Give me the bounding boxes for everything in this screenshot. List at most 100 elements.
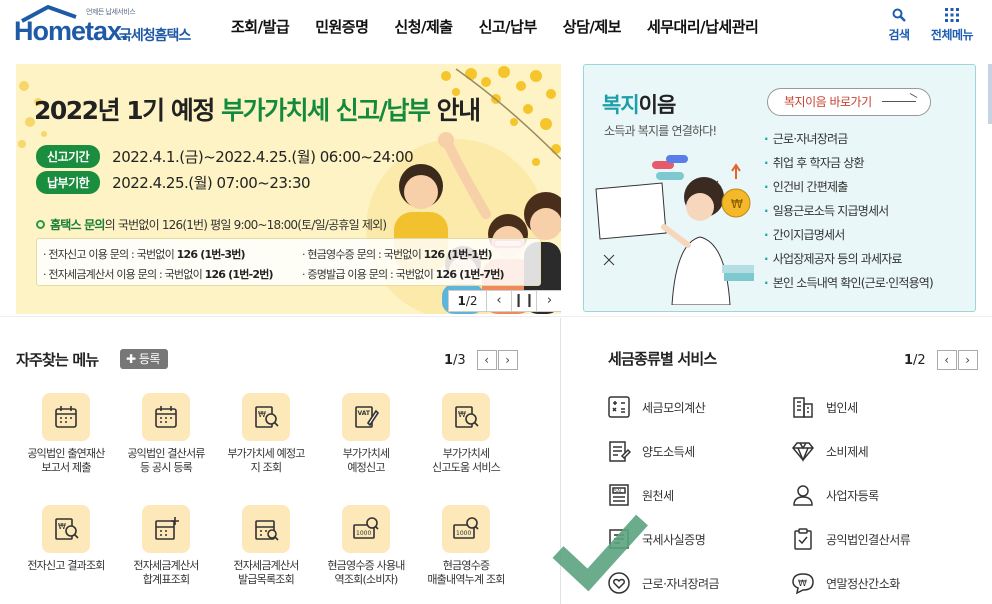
calc-plus-icon	[142, 505, 190, 553]
calendar-doc-icon	[42, 393, 90, 441]
fav-item-e-filing-result[interactable]: ₩ 전자신고 결과조회	[16, 505, 116, 573]
nav-report-pay[interactable]: 신고/납부	[466, 16, 550, 37]
tax-item-income-credit[interactable]: 근로·자녀장려금	[606, 569, 720, 597]
tax-item-consumption-tax[interactable]: 소비제세	[790, 437, 869, 465]
hometax-logo[interactable]: 언제든 납세서비스 Hometax. 국세청홈택스	[14, 5, 204, 49]
welfare-shortcut-label: 복지이음 바로가기	[784, 95, 872, 109]
welfare-link-banner: 복지이음 소득과 복지를 연결하다! 복지이음 바로가기 ₩ 근로·자녀장려	[583, 64, 976, 312]
tax-page-total: /2	[913, 352, 926, 368]
fav-label-line2: 예정신고	[347, 461, 385, 474]
banner-prev-button[interactable]: ‹	[487, 291, 512, 311]
tax-item-corporate-tax[interactable]: 법인세	[790, 393, 858, 421]
svg-text:₩: ₩	[458, 410, 466, 419]
tax-item-simulated-calc[interactable]: 세금모의계산	[606, 393, 706, 421]
contact-label: 홈택스 문의	[50, 218, 105, 232]
banner-page-indicator: 1/2	[449, 291, 487, 311]
banner-pause-button[interactable]: ❙❙	[512, 291, 537, 311]
welfare-item-daily-wage[interactable]: 일용근로소득 지급명세서	[764, 199, 933, 223]
nav-civil-certificate[interactable]: 민원증명	[302, 16, 381, 37]
nav-tax-agent[interactable]: 세무대리/납세관리	[634, 16, 771, 37]
welfare-item-income-check[interactable]: 본인 소득내역 확인(근로·인적용역)	[764, 271, 934, 295]
welfare-menu-list: 근로·자녀장려금 취업 후 학자금 상환 인건비 간편제출 일용근로소득 지급명…	[764, 127, 934, 295]
welfare-shortcut-button[interactable]: 복지이음 바로가기	[767, 88, 931, 116]
tax-item-business-registration[interactable]: 사업자등록	[790, 481, 879, 509]
main-nav: 조회/발급 민원증명 신청/제출 신고/납부 상담/제보 세무대리/납세관리	[218, 16, 771, 37]
fav-item-e-invoice-list[interactable]: 전자세금계산서 발급목록조회	[216, 505, 316, 587]
tax-item-label: 양도소득세	[642, 444, 695, 459]
scrollbar-thumb[interactable]	[988, 64, 992, 124]
fav-item-vat-help-service[interactable]: ₩ 부가가치세 신고도움 서비스	[416, 393, 516, 475]
favorites-page-total: /3	[453, 352, 466, 368]
banner-page-current: 1	[457, 294, 466, 308]
fav-item-public-corp-report[interactable]: 공익법인 출연재산 보고서 제출	[16, 393, 116, 475]
tax-item-public-corp-settlement[interactable]: 공익법인결산서류	[790, 525, 911, 553]
register-favorite-button[interactable]: ✚ 등록	[120, 349, 168, 369]
all-menu-button[interactable]: 전체메뉴	[927, 6, 977, 43]
fav-label-line1: 공익법인 결산서류	[127, 447, 205, 460]
tax-item-label: 세금모의계산	[642, 400, 706, 415]
tax-item-withholding-tax[interactable]: SAL 원천세	[606, 481, 674, 509]
nav-consult-report[interactable]: 상담/제보	[550, 16, 634, 37]
welfare-item-simple-payment[interactable]: 간이지급명세서	[764, 223, 933, 247]
fav-label: 현금영수증 사용내 역조회(소비자)	[316, 559, 416, 587]
favorites-page-current: 1	[444, 352, 454, 368]
svg-text:₩: ₩	[731, 197, 743, 211]
filing-period-tag: 신고기간	[36, 144, 101, 168]
info-number: 126 (1번-1번)	[423, 248, 493, 261]
tax-item-label: 근로·자녀장려금	[642, 576, 720, 591]
fav-label-line2: 등 공시 등록	[140, 461, 193, 474]
chevron-left-icon: ‹	[496, 293, 502, 308]
welfare-item-earned-income-credit[interactable]: 근로·자녀장려금	[764, 127, 933, 151]
won-search-icon: ₩	[442, 393, 490, 441]
welfare-item-student-loan[interactable]: 취업 후 학자금 상환	[764, 151, 933, 175]
svg-text:₩: ₩	[258, 410, 266, 419]
favorites-prev-button[interactable]: ‹	[476, 350, 497, 370]
nav-inquiry-issue[interactable]: 조회/발급	[218, 16, 302, 37]
tax-item-year-end-settlement[interactable]: ₩ 연말정산간소화	[790, 569, 900, 597]
tax-item-fact-certificate[interactable]: 국세사실증명	[606, 525, 706, 553]
banner-controls: 1/2 ‹ ❙❙ ›	[448, 290, 561, 312]
fav-item-e-invoice-summary[interactable]: 전자세금계산서 합계표조회	[116, 505, 216, 587]
fav-label-line1: 현금영수증	[442, 559, 490, 572]
fav-item-vat-preliminary-return[interactable]: VAT 부가가치세 예정신고	[316, 393, 416, 475]
fav-item-vat-notice-inquiry[interactable]: ₩ 부가가치세 예정고 지 조회	[216, 393, 316, 475]
grid-menu-icon	[927, 6, 977, 24]
header: 언제든 납세서비스 Hometax. 국세청홈택스 조회/발급 민원증명 신청/…	[0, 0, 992, 58]
welfare-item-business-provider[interactable]: 사업장제공자 등의 과세자료	[764, 247, 933, 271]
svg-text:VAT: VAT	[358, 410, 371, 417]
title-highlight: 부가가치세 신고/납부	[221, 96, 431, 125]
fav-label-line1: 전자세금계산서	[133, 559, 199, 572]
banner-next-button[interactable]: ›	[537, 291, 561, 311]
nav-apply-submit[interactable]: 신청/제출	[381, 16, 465, 37]
tax-item-capital-gains[interactable]: 양도소득세	[606, 437, 695, 465]
won-search-icon: ₩	[242, 393, 290, 441]
fav-label-line2: 역조회(소비자)	[334, 573, 399, 586]
favorites-next-button[interactable]: ›	[497, 350, 518, 370]
fav-label-line1: 부가가치세	[342, 447, 390, 460]
fav-label-line2: 합계표조회	[142, 573, 190, 586]
fav-item-public-corp-disclosure[interactable]: 공익법인 결산서류 등 공시 등록	[116, 393, 216, 475]
tax-item-label: 원천세	[642, 488, 674, 503]
fav-label: 부가가치세 신고도움 서비스	[416, 447, 516, 475]
logo-korean-name: 국세청홈택스	[119, 28, 191, 44]
fav-item-cash-receipt-sales[interactable]: 1000 현금영수증 매출내역누계 조회	[416, 505, 516, 587]
vat-notice-banner[interactable]: 2022년 1기 예정 부가가치세 신고/납부 안내 신고기간 2022.4.1…	[16, 64, 561, 314]
info-e-invoice: · 전자세금계산서 이용 문의 : 국번없이 126 (1번-2번)	[43, 266, 274, 282]
tax-page-indicator: 1/2	[904, 353, 926, 368]
fav-item-cash-receipt-usage[interactable]: 1000 현금영수증 사용내 역조회(소비자)	[316, 505, 416, 587]
tax-next-button[interactable]: ›	[957, 350, 978, 370]
fav-label-line1: 공익법인 출연재산	[27, 447, 105, 460]
search-button[interactable]: 검색	[874, 6, 924, 43]
svg-text:1000: 1000	[456, 530, 471, 537]
welfare-item-labor-cost[interactable]: 인건비 간편제출	[764, 175, 933, 199]
tax-item-label: 연말정산간소화	[826, 576, 900, 591]
fav-label: 전자세금계산서 합계표조회	[116, 559, 216, 587]
favorites-page-indicator: 1/3	[444, 353, 466, 368]
tax-prev-button[interactable]: ‹	[936, 350, 957, 370]
info-label: · 현금영수증 문의 : 국번없이	[302, 248, 424, 261]
hometax-page: 언제든 납세서비스 Hometax. 국세청홈택스 조회/발급 민원증명 신청/…	[0, 0, 992, 604]
chevron-right-icon: ›	[505, 353, 511, 367]
fav-label: 현금영수증 매출내역누계 조회	[416, 559, 516, 587]
pause-icon: ❙❙	[513, 293, 535, 308]
payment-due-row: 납부기한 2022.4.25.(월) 07:00~23:30	[36, 170, 311, 194]
